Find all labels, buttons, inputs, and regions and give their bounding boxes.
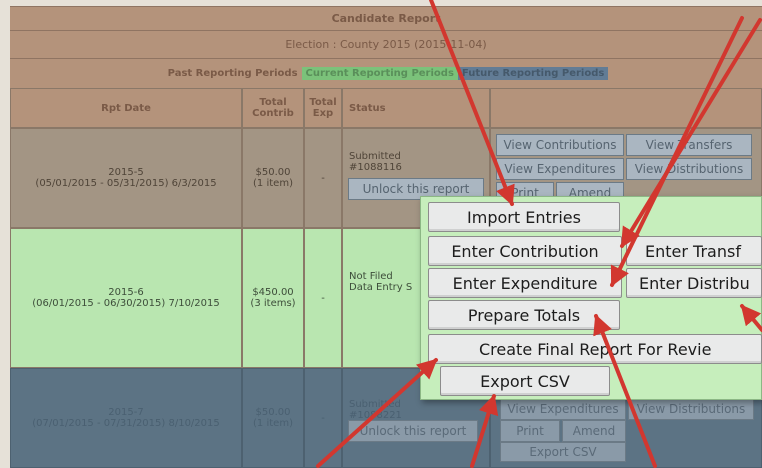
arrow-create-final-report [316, 358, 438, 468]
arrow-export-csv [470, 394, 499, 468]
arrow-enter-expenditure [610, 16, 744, 287]
arrow-enter-contribution [620, 18, 762, 248]
arrow-prepare-totals [593, 314, 657, 468]
annotation-arrows [316, 0, 762, 468]
arrow-enter-distribution [740, 304, 762, 332]
arrow-import-entries [429, 0, 515, 206]
